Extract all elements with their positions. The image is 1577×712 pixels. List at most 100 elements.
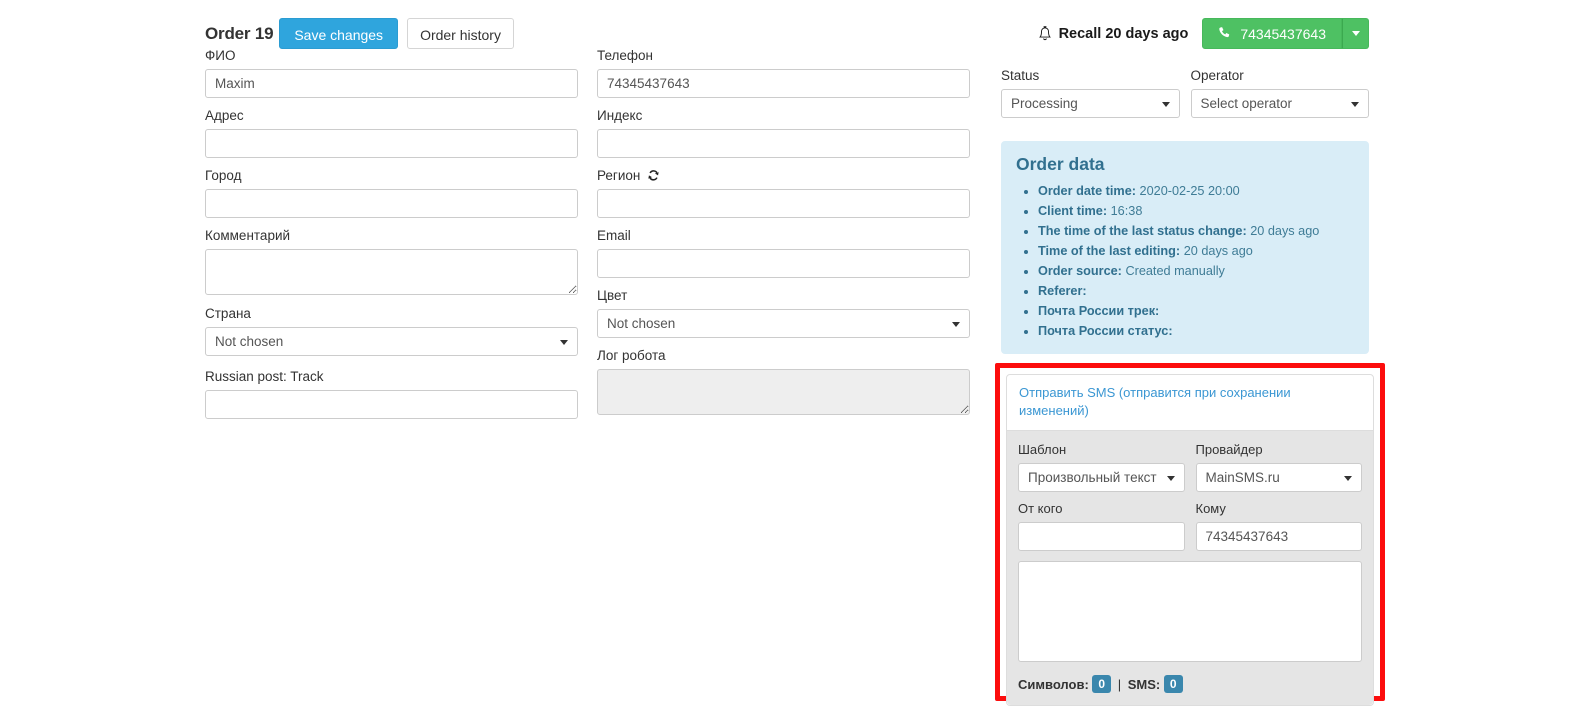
sms-count-label: SMS: <box>1127 677 1161 692</box>
field-operator: Operator Select operator <box>1190 68 1369 118</box>
field-status: Status Processing <box>1001 68 1180 118</box>
page-title: Order 19 <box>205 24 274 43</box>
order-data-key: Referer: <box>1038 284 1087 298</box>
call-dropdown-toggle[interactable] <box>1342 18 1369 49</box>
sms-panel-body: Шаблон Произвольный текст Провайдер Main… <box>1007 431 1373 705</box>
field-sms-from-label: От кого <box>1018 501 1063 516</box>
list-item: Referer: <box>1038 281 1354 301</box>
sms-template-provider-row: Шаблон Произвольный текст Провайдер Main… <box>1018 442 1362 492</box>
sms-provider-select[interactable]: MainSMS.ru <box>1195 463 1362 492</box>
status-operator-row: Status Processing Operator Select operat… <box>1001 68 1369 118</box>
email-input[interactable] <box>597 249 970 278</box>
field-sms-from: От кого <box>1018 501 1185 551</box>
field-region: Регион <box>597 168 970 218</box>
field-sms-to-label: Кому <box>1195 501 1226 516</box>
list-item: Order date time: 2020-02-25 20:00 <box>1038 181 1354 201</box>
sms-counter-separator: | <box>1117 677 1122 692</box>
order-data-key: Почта России трек: <box>1038 304 1160 318</box>
field-status-label: Status <box>1001 68 1040 83</box>
list-item: Почта России трек: <box>1038 301 1354 321</box>
index-input[interactable] <box>597 129 970 158</box>
phone-input[interactable] <box>597 69 970 98</box>
sms-panel: Отправить SMS (отправится при сохранении… <box>1006 374 1374 706</box>
order-data-key: The time of the last status change: <box>1038 224 1247 238</box>
field-email: Email <box>597 228 970 278</box>
field-phone: Телефон <box>597 48 970 98</box>
field-sms-template: Шаблон Произвольный текст <box>1018 442 1185 492</box>
list-item: The time of the last status change: 20 d… <box>1038 221 1354 241</box>
sms-template-select[interactable]: Произвольный текст <box>1018 463 1185 492</box>
chevron-down-icon <box>952 321 960 327</box>
color-select-value: Not chosen <box>607 316 676 331</box>
form-column-middle: Телефон Индекс Регион Email Цвет Not cho… <box>597 48 970 425</box>
order-data-title: Order data <box>1016 154 1105 174</box>
recall-label: Recall 20 days ago <box>1058 25 1189 42</box>
field-russian-post-track: Russian post: Track <box>205 369 578 419</box>
chevron-down-icon <box>1166 475 1175 481</box>
robot-log-textarea[interactable] <box>597 369 970 415</box>
call-phone-button[interactable]: 74345437643 <box>1202 18 1342 49</box>
field-fio-label: ФИО <box>205 48 236 63</box>
phone-icon <box>1218 27 1231 40</box>
status-select[interactable]: Processing <box>1001 89 1180 118</box>
save-changes-button[interactable]: Save changes <box>279 18 399 49</box>
field-city-label: Город <box>205 168 242 183</box>
send-sms-link[interactable]: Отправить SMS (отправится при сохранении… <box>1019 385 1291 418</box>
page-header-left: Order 19 Save changes Order history <box>205 18 514 49</box>
field-address-label: Адрес <box>205 108 244 123</box>
order-data-list: Order date time: 2020-02-25 20:00 Client… <box>1016 181 1354 341</box>
sms-chars-badge: 0 <box>1092 675 1112 693</box>
russian-post-track-input[interactable] <box>205 390 578 419</box>
address-input[interactable] <box>205 129 578 158</box>
field-city: Город <box>205 168 578 218</box>
sms-from-to-row: От кого Кому <box>1018 501 1362 551</box>
field-region-label-text: Регион <box>597 168 641 183</box>
list-item: Client time: 16:38 <box>1038 201 1354 221</box>
chevron-down-icon <box>560 339 568 345</box>
operator-select[interactable]: Select operator <box>1190 89 1369 118</box>
comment-textarea[interactable] <box>205 249 578 295</box>
fio-input[interactable] <box>205 69 578 98</box>
sms-to-input[interactable] <box>1195 522 1362 551</box>
order-history-button[interactable]: Order history <box>407 18 514 49</box>
field-sms-template-label: Шаблон <box>1018 442 1067 457</box>
field-region-label: Регион <box>597 168 970 184</box>
field-sms-to: Кому <box>1195 501 1362 551</box>
sms-provider-select-value: MainSMS.ru <box>1205 470 1280 485</box>
field-country: Страна Not chosen <box>205 306 578 356</box>
list-item: Почта России статус: <box>1038 321 1354 341</box>
field-sms-provider-label: Провайдер <box>1195 442 1263 457</box>
color-select[interactable]: Not chosen <box>597 309 970 338</box>
field-russian-post-track-label: Russian post: Track <box>205 369 324 384</box>
bell-icon <box>1038 24 1052 42</box>
field-sms-provider: Провайдер MainSMS.ru <box>1195 442 1362 492</box>
sms-counter: Символов: 0 | SMS: 0 <box>1018 675 1362 693</box>
order-data-value: 16:38 <box>1110 204 1143 218</box>
call-phone-label: 74345437643 <box>1240 25 1326 42</box>
order-data-key: Order source: <box>1038 264 1122 278</box>
field-phone-label: Телефон <box>597 48 654 63</box>
field-comment: Комментарий <box>205 228 578 295</box>
field-robot-log-label: Лог робота <box>597 348 666 363</box>
chevron-down-icon <box>1351 31 1360 36</box>
form-column-right: Status Processing Operator Select operat… <box>1001 68 1369 118</box>
country-select[interactable]: Not chosen <box>205 327 578 356</box>
sync-icon[interactable] <box>647 169 660 182</box>
field-email-label: Email <box>597 228 631 243</box>
region-input[interactable] <box>597 189 970 218</box>
list-item: Time of the last editing: 20 days ago <box>1038 241 1354 261</box>
city-input[interactable] <box>205 189 578 218</box>
order-data-value: Created manually <box>1125 264 1225 278</box>
field-address: Адрес <box>205 108 578 158</box>
field-operator-label: Operator <box>1190 68 1244 83</box>
field-country-label: Страна <box>205 306 251 321</box>
field-fio: ФИО <box>205 48 578 98</box>
recall-indicator: Recall 20 days ago <box>1038 24 1189 42</box>
chevron-down-icon <box>1344 475 1352 481</box>
page-header-right: Recall 20 days ago 74345437643 <box>1038 18 1369 49</box>
sms-count-badge: 0 <box>1163 675 1183 693</box>
sms-from-input[interactable] <box>1018 522 1185 551</box>
order-data-panel: Order data Order date time: 2020-02-25 2… <box>1001 141 1369 354</box>
field-robot-log: Лог робота <box>597 348 970 415</box>
sms-message-textarea[interactable] <box>1018 561 1362 662</box>
